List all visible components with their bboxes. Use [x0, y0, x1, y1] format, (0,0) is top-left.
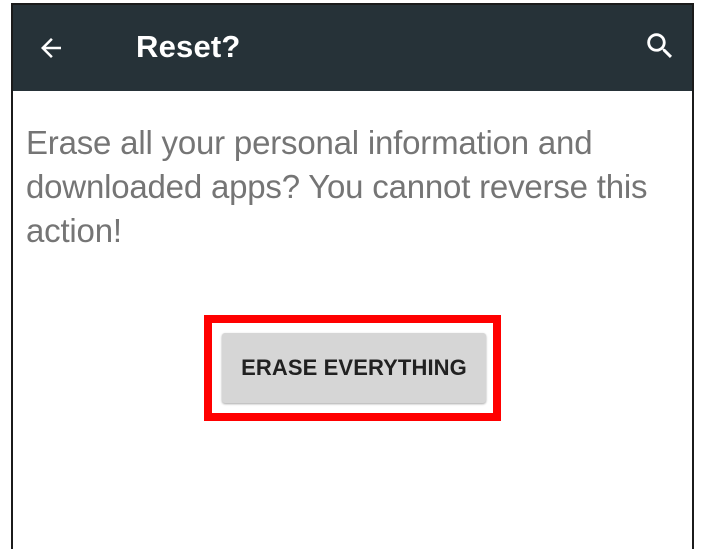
- reset-warning-message: Erase all your personal information and …: [26, 124, 648, 249]
- back-button[interactable]: [27, 24, 75, 72]
- app-bar: Reset?: [13, 5, 692, 91]
- erase-everything-button[interactable]: ERASE EVERYTHING: [222, 333, 486, 403]
- search-icon: [647, 33, 673, 59]
- page-title: Reset?: [136, 29, 241, 64]
- arrow-back-icon: [41, 38, 61, 58]
- reset-screen: Reset? Erase all your personal informati…: [11, 3, 694, 549]
- search-button[interactable]: [636, 22, 684, 70]
